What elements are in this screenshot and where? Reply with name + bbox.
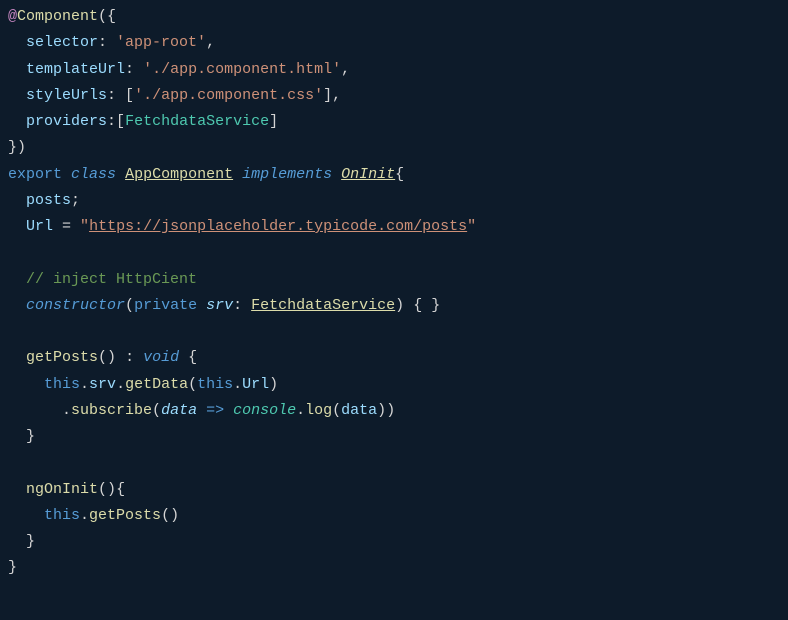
code-line: ngOnInit(){: [8, 481, 125, 498]
param-srv: srv: [206, 297, 233, 314]
code-line: // inject HttpCient: [8, 271, 197, 288]
code-line: }: [8, 533, 35, 550]
prop-providers: providers: [26, 113, 107, 130]
code-line: this.getPosts(): [8, 507, 179, 524]
prop-styleurls: styleUrls: [26, 87, 107, 104]
keyword-constructor: constructor: [26, 297, 125, 314]
interface-oninit: OnInit: [341, 166, 395, 183]
class-name: AppComponent: [125, 166, 233, 183]
code-line: Url = "https://jsonplaceholder.typicode.…: [8, 218, 476, 235]
type-fetchdata: FetchdataService: [125, 113, 269, 130]
code-line: this.srv.getData(this.Url): [8, 376, 278, 393]
code-line: constructor(private srv: FetchdataServic…: [8, 297, 440, 314]
code-line: selector: 'app-root',: [8, 34, 215, 51]
code-editor[interactable]: @Component({ selector: 'app-root', templ…: [8, 4, 780, 582]
type-void: void: [143, 349, 179, 366]
method-ngoninit: ngOnInit: [26, 481, 98, 498]
prop-templateurl: templateUrl: [26, 61, 125, 78]
comment: // inject HttpCient: [26, 271, 197, 288]
method-log: log: [305, 402, 332, 419]
code-line: providers:[FetchdataService]: [8, 113, 278, 130]
object-console: console: [233, 402, 296, 419]
keyword-class: class: [71, 166, 116, 183]
keyword-implements: implements: [242, 166, 332, 183]
decorator-at: @: [8, 8, 17, 25]
string-literal: 'app-root': [116, 34, 206, 51]
keyword-this: this: [44, 376, 80, 393]
code-line: getPosts() : void {: [8, 349, 197, 366]
code-line: }: [8, 428, 35, 445]
type-fetchdata: FetchdataService: [251, 297, 395, 314]
code-line: export class AppComponent implements OnI…: [8, 166, 404, 183]
param-data: data: [161, 402, 197, 419]
code-line: .subscribe(data => console.log(data)): [8, 402, 395, 419]
code-line: templateUrl: './app.component.html',: [8, 61, 350, 78]
code-line: posts;: [8, 192, 80, 209]
keyword-private: private: [134, 297, 197, 314]
code-line: }): [8, 139, 26, 156]
code-line: styleUrls: ['./app.component.css'],: [8, 87, 341, 104]
var-posts: posts: [26, 192, 71, 209]
url-string: https://jsonplaceholder.typicode.com/pos…: [89, 218, 467, 235]
decorator-name: Component: [17, 8, 98, 25]
method-subscribe: subscribe: [71, 402, 152, 419]
method-getdata: getData: [125, 376, 188, 393]
string-literal: './app.component.css': [134, 87, 323, 104]
method-getposts: getPosts: [26, 349, 98, 366]
prop-selector: selector: [26, 34, 98, 51]
string-literal: './app.component.html': [143, 61, 341, 78]
var-url: Url: [26, 218, 53, 235]
keyword-export: export: [8, 166, 62, 183]
code-line: @Component({: [8, 8, 116, 25]
code-line: }: [8, 559, 17, 576]
